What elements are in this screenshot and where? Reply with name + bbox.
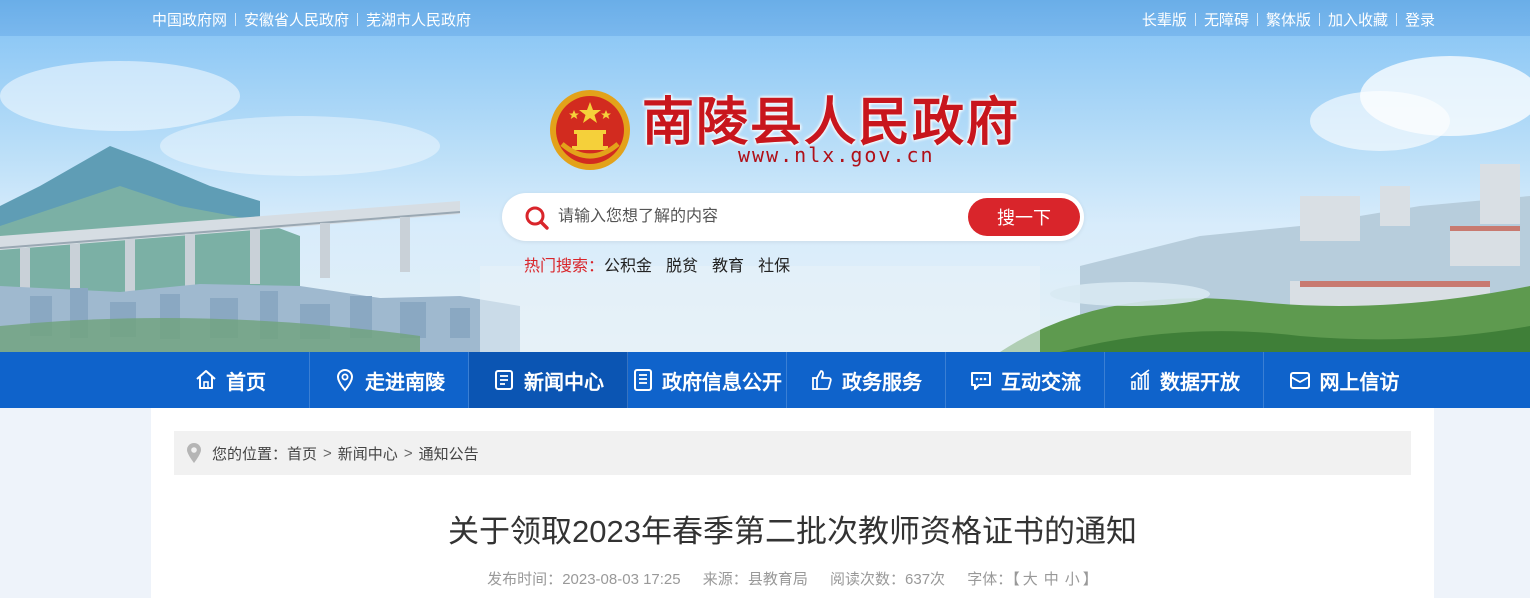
- top-links-right: 长辈版 无障碍 繁体版 加入收藏 登录: [1142, 9, 1435, 30]
- breadcrumb-separator: >: [323, 444, 332, 462]
- font-bracket: 】: [1082, 571, 1098, 588]
- nav-item-label: 互动交流: [1001, 371, 1081, 394]
- hot-search-item[interactable]: 教育: [712, 252, 744, 276]
- hot-search-item[interactable]: 公积金: [604, 252, 652, 276]
- link-traditional-chinese[interactable]: 繁体版: [1266, 9, 1311, 30]
- nav-item-gov-services[interactable]: 政务服务: [787, 352, 946, 408]
- link-accessibility[interactable]: 无障碍: [1204, 9, 1249, 30]
- link-china-gov[interactable]: 中国政府网: [152, 9, 227, 30]
- divider: [1194, 13, 1196, 26]
- source: 来源：县教育局: [703, 571, 808, 588]
- thumbs-up-icon: [812, 370, 832, 390]
- article-container: 您的位置： 首页 > 新闻中心 > 通知公告 关于领取2023年春季第二批次教师…: [151, 408, 1434, 598]
- divider: [1318, 13, 1320, 26]
- divider: [1256, 13, 1258, 26]
- breadcrumb-news-center[interactable]: 新闻中心: [338, 443, 398, 464]
- view-count-label: 阅读次数：: [830, 571, 906, 588]
- divider: [357, 13, 359, 26]
- font-size-label: 字体：: [967, 571, 1013, 588]
- font-bracket: 【: [1012, 571, 1020, 588]
- breadcrumb-prefix: 您的位置：: [212, 445, 288, 463]
- publish-time-label: 发布时间：: [487, 571, 563, 588]
- nav-item-label: 网上信访: [1319, 371, 1400, 394]
- site-url: www.nlx.gov.cn: [738, 143, 935, 167]
- nav-item-label: 走进南陵: [365, 371, 445, 394]
- main-nav: 首页 走进南陵 新闻中心 政府信息公开 政务服务 互动交流 数据开放 网上信访: [0, 352, 1530, 408]
- top-bar: 中国政府网 安徽省人民政府 芜湖市人民政府 长辈版 无障碍 繁体版 加入收藏 登…: [0, 0, 1530, 36]
- publish-time: 发布时间：2023-08-03 17:25: [487, 571, 680, 588]
- national-emblem-icon: [550, 90, 630, 170]
- chart-icon: [1130, 369, 1150, 390]
- view-count-value: 637次: [905, 571, 946, 588]
- article-title: 关于领取2023年春季第二批次教师资格证书的通知: [448, 514, 1137, 549]
- nav-item-about-nanling[interactable]: 走进南陵: [310, 352, 469, 408]
- divider: [1395, 13, 1397, 26]
- nav-item-gov-info-disclosure[interactable]: 政府信息公开: [628, 352, 787, 408]
- source-label: 来源：: [702, 571, 748, 588]
- publish-time-value: 2023-08-03 17:25: [562, 571, 681, 588]
- location-icon: [336, 369, 354, 392]
- source-value: 县教育局: [747, 571, 808, 588]
- article-meta: 发布时间：2023-08-03 17:25 来源：县教育局 阅读次数：637次 …: [151, 568, 1434, 589]
- link-add-favorite[interactable]: 加入收藏: [1328, 9, 1388, 30]
- home-icon: [196, 370, 216, 389]
- search-box: 搜一下: [502, 193, 1084, 241]
- location-pin-icon: [187, 443, 201, 463]
- hot-search-item[interactable]: 脱贫: [666, 252, 698, 276]
- nav-item-label: 首页: [226, 371, 266, 394]
- breadcrumb-home[interactable]: 首页: [287, 443, 317, 464]
- mail-icon: [1289, 372, 1310, 389]
- nav-item-label: 数据开放: [1160, 371, 1240, 394]
- link-anhui-gov[interactable]: 安徽省人民政府: [244, 9, 349, 30]
- font-small-button[interactable]: 小: [1065, 571, 1080, 588]
- top-links-left: 中国政府网 安徽省人民政府 芜湖市人民政府: [152, 9, 471, 30]
- nav-item-label: 政务服务: [842, 371, 922, 394]
- chat-icon: [971, 372, 991, 390]
- hot-search-item[interactable]: 社保: [758, 252, 790, 276]
- nav-item-interaction[interactable]: 互动交流: [946, 352, 1105, 408]
- view-count: 阅读次数：637次: [830, 571, 945, 588]
- link-wuhu-gov[interactable]: 芜湖市人民政府: [366, 9, 471, 30]
- link-elder-version[interactable]: 长辈版: [1142, 9, 1187, 30]
- search-input[interactable]: [558, 205, 938, 229]
- nav-item-label: 新闻中心: [524, 371, 604, 394]
- nav-item-open-data[interactable]: 数据开放: [1105, 352, 1264, 408]
- divider: [235, 13, 237, 26]
- nav-item-home[interactable]: 首页: [151, 352, 310, 408]
- nav-item-label: 政府信息公开: [662, 371, 782, 394]
- search-button[interactable]: 搜一下: [968, 198, 1080, 236]
- header-banner: 南陵县人民政府 www.nlx.gov.cn 搜一下 热门搜索： 公积金 脱贫 …: [0, 36, 1530, 352]
- font-medium-button[interactable]: 中: [1044, 571, 1059, 588]
- nav-item-news-center[interactable]: 新闻中心: [469, 352, 628, 408]
- news-icon: [495, 370, 513, 390]
- hot-searches: 热门搜索： 公积金 脱贫 教育 社保: [524, 252, 804, 276]
- link-login[interactable]: 登录: [1405, 9, 1435, 30]
- breadcrumb: 您的位置： 首页 > 新闻中心 > 通知公告: [174, 431, 1411, 475]
- font-size-controls: 字体：【大中小】: [967, 571, 1098, 588]
- hot-search-label: 热门搜索：: [524, 258, 605, 275]
- breadcrumb-separator: >: [403, 444, 413, 462]
- nav-item-online-petition[interactable]: 网上信访: [1264, 352, 1423, 408]
- search-icon: [525, 206, 549, 230]
- document-icon: [634, 369, 652, 391]
- breadcrumb-notices[interactable]: 通知公告: [419, 443, 479, 464]
- font-large-button[interactable]: 大: [1023, 571, 1038, 588]
